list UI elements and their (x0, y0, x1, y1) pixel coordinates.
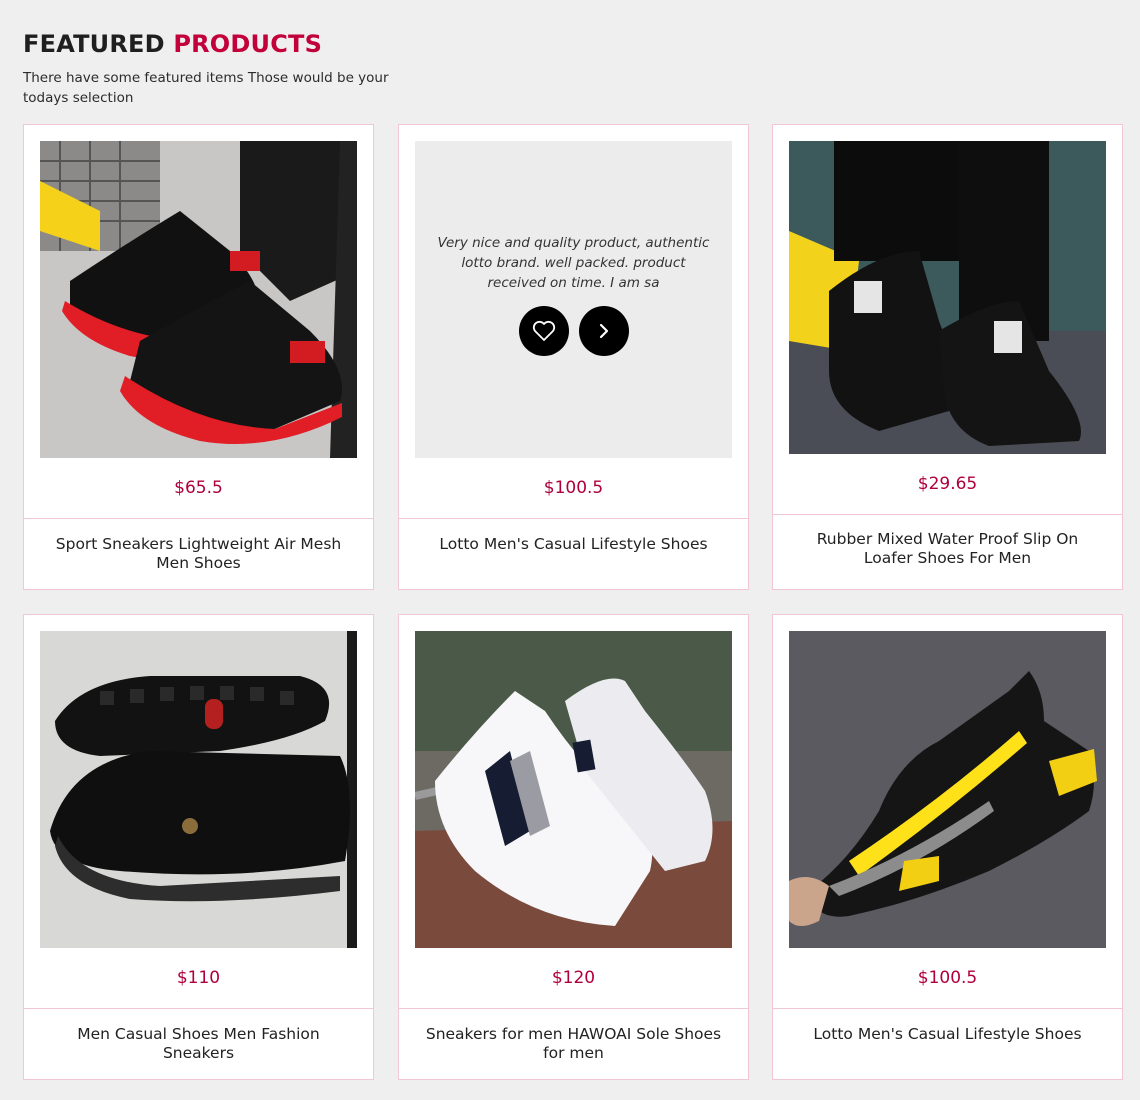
product-card[interactable]: $120 Sneakers for men HAWOAI Sole Shoes … (398, 614, 749, 1080)
product-card[interactable]: $100.5 Lotto Men's Casual Lifestyle Shoe… (772, 614, 1123, 1080)
card-divider (399, 518, 748, 519)
review-text: Very nice and quality product, authentic… (437, 235, 710, 291)
product-image[interactable] (789, 141, 1106, 454)
product-card[interactable]: $65.5 Sport Sneakers Lightweight Air Mes… (23, 124, 374, 590)
chevron-right-icon (599, 323, 608, 339)
product-price: $100.5 (917, 968, 978, 988)
featured-products-section: FEATURED PRODUCTS There have some featur… (0, 0, 1140, 1100)
product-price: $65.5 (174, 478, 223, 498)
product-name[interactable]: Lotto Men's Casual Lifestyle Shoes (419, 535, 728, 554)
wishlist-button[interactable] (518, 306, 569, 356)
overlay-actions (415, 306, 732, 356)
black-loafer-photo (40, 631, 357, 948)
product-price: $120 (551, 968, 596, 988)
product-name[interactable]: Sneakers for men HAWOAI Sole Shoes for m… (419, 1025, 728, 1063)
product-price: $100.5 (543, 478, 604, 498)
card-divider (24, 1008, 373, 1009)
product-name[interactable]: Men Casual Shoes Men Fashion Sneakers (44, 1025, 353, 1063)
heading-products: PRODUCTS (173, 30, 323, 58)
product-name[interactable]: Lotto Men's Casual Lifestyle Shoes (793, 1025, 1102, 1044)
product-card[interactable]: Very nice and quality product, authentic… (398, 124, 749, 590)
view-details-button[interactable] (578, 306, 629, 356)
section-subtitle: There have some featured items Those wou… (23, 70, 389, 106)
product-name[interactable]: Sport Sneakers Lightweight Air Mesh Men … (44, 535, 353, 573)
product-image[interactable] (415, 631, 732, 948)
red-black-sneaker-photo (40, 141, 357, 458)
product-name[interactable]: Rubber Mixed Water Proof Slip On Loafer … (793, 530, 1102, 568)
heading-featured: FEATURED (23, 30, 165, 58)
black-yellow-sneaker-photo (789, 631, 1106, 948)
card-divider (773, 1008, 1122, 1009)
product-card[interactable]: $110 Men Casual Shoes Men Fashion Sneake… (23, 614, 374, 1080)
white-sneaker-photo (415, 631, 732, 948)
product-image[interactable] (40, 631, 357, 948)
card-divider (399, 1008, 748, 1009)
product-hover-overlay[interactable]: Very nice and quality product, authentic… (415, 141, 732, 458)
product-price: $29.65 (917, 474, 978, 494)
card-divider (24, 518, 373, 519)
product-image[interactable] (40, 141, 357, 458)
product-card[interactable]: $29.65 Rubber Mixed Water Proof Slip On … (772, 124, 1123, 590)
card-divider (773, 514, 1122, 515)
product-image[interactable] (789, 631, 1106, 948)
product-price: $110 (176, 968, 221, 988)
black-mesh-sneaker-photo (789, 141, 1106, 454)
heart-icon (532, 320, 555, 341)
section-heading: FEATURED PRODUCTS (23, 29, 322, 59)
